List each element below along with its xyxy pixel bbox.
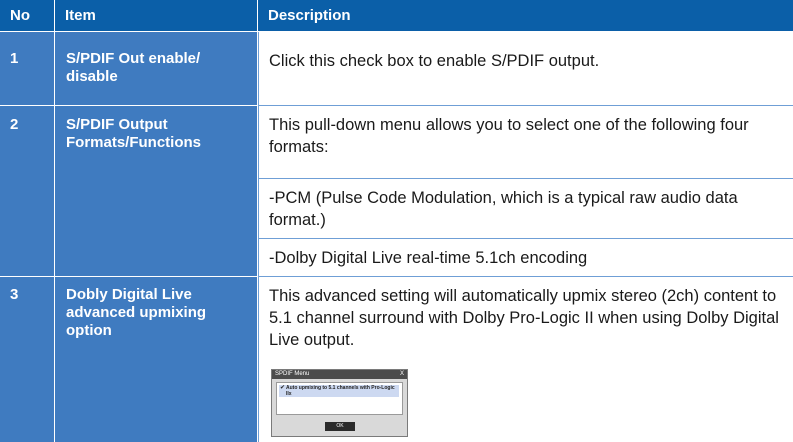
sub-row-separator xyxy=(258,238,793,239)
no-column-background xyxy=(0,32,54,442)
spdif-settings-table: No Item Description 1 S/PDIF Out enable/… xyxy=(0,0,793,442)
row-item: S/PDIF Output Formats/Functions xyxy=(66,116,202,151)
header-no: No xyxy=(0,0,54,31)
checkmark-icon: ✔ xyxy=(280,385,286,391)
row-item: S/PDIF Out enable/ disable xyxy=(66,50,201,85)
row-number: 2 xyxy=(10,116,19,133)
sub-row-separator xyxy=(258,178,793,179)
description-column-border xyxy=(258,32,259,442)
header-description: Description xyxy=(258,0,793,31)
close-icon: X xyxy=(399,371,404,377)
row-description: -PCM (Pulse Code Modulation, which is a … xyxy=(269,189,738,229)
row-separator xyxy=(258,105,793,106)
dialog-title: SPDIF Menu xyxy=(275,371,310,377)
header-item: Item xyxy=(55,0,257,31)
ok-button: OK xyxy=(325,422,355,431)
upmix-checkbox-label: Auto upmixing to 5.1 channels with Pro-L… xyxy=(286,385,395,397)
dialog-title-bar: SPDIF Menu X xyxy=(272,370,407,379)
upmix-checkbox-row: ✔ Auto upmixing to 5.1 channels with Pro… xyxy=(279,385,399,397)
row-separator xyxy=(258,276,793,277)
row-item: Dobly Digital Live advanced upmixing opt… xyxy=(66,286,207,339)
row-description: -Dolby Digital Live real-time 5.1ch enco… xyxy=(269,249,588,267)
spdif-menu-dialog-screenshot: SPDIF Menu X ✔ Auto upmixing to 5.1 chan… xyxy=(271,369,408,437)
dialog-options-panel: ✔ Auto upmixing to 5.1 channels with Pro… xyxy=(276,382,403,415)
row-description: Click this check box to enable S/PDIF ou… xyxy=(269,52,600,70)
item-column-background xyxy=(55,32,257,442)
row-number: 3 xyxy=(10,286,19,303)
row-description: This pull-down menu allows you to select… xyxy=(269,116,749,156)
row-description: This advanced setting will automatically… xyxy=(269,287,779,349)
row-number: 1 xyxy=(10,50,19,67)
